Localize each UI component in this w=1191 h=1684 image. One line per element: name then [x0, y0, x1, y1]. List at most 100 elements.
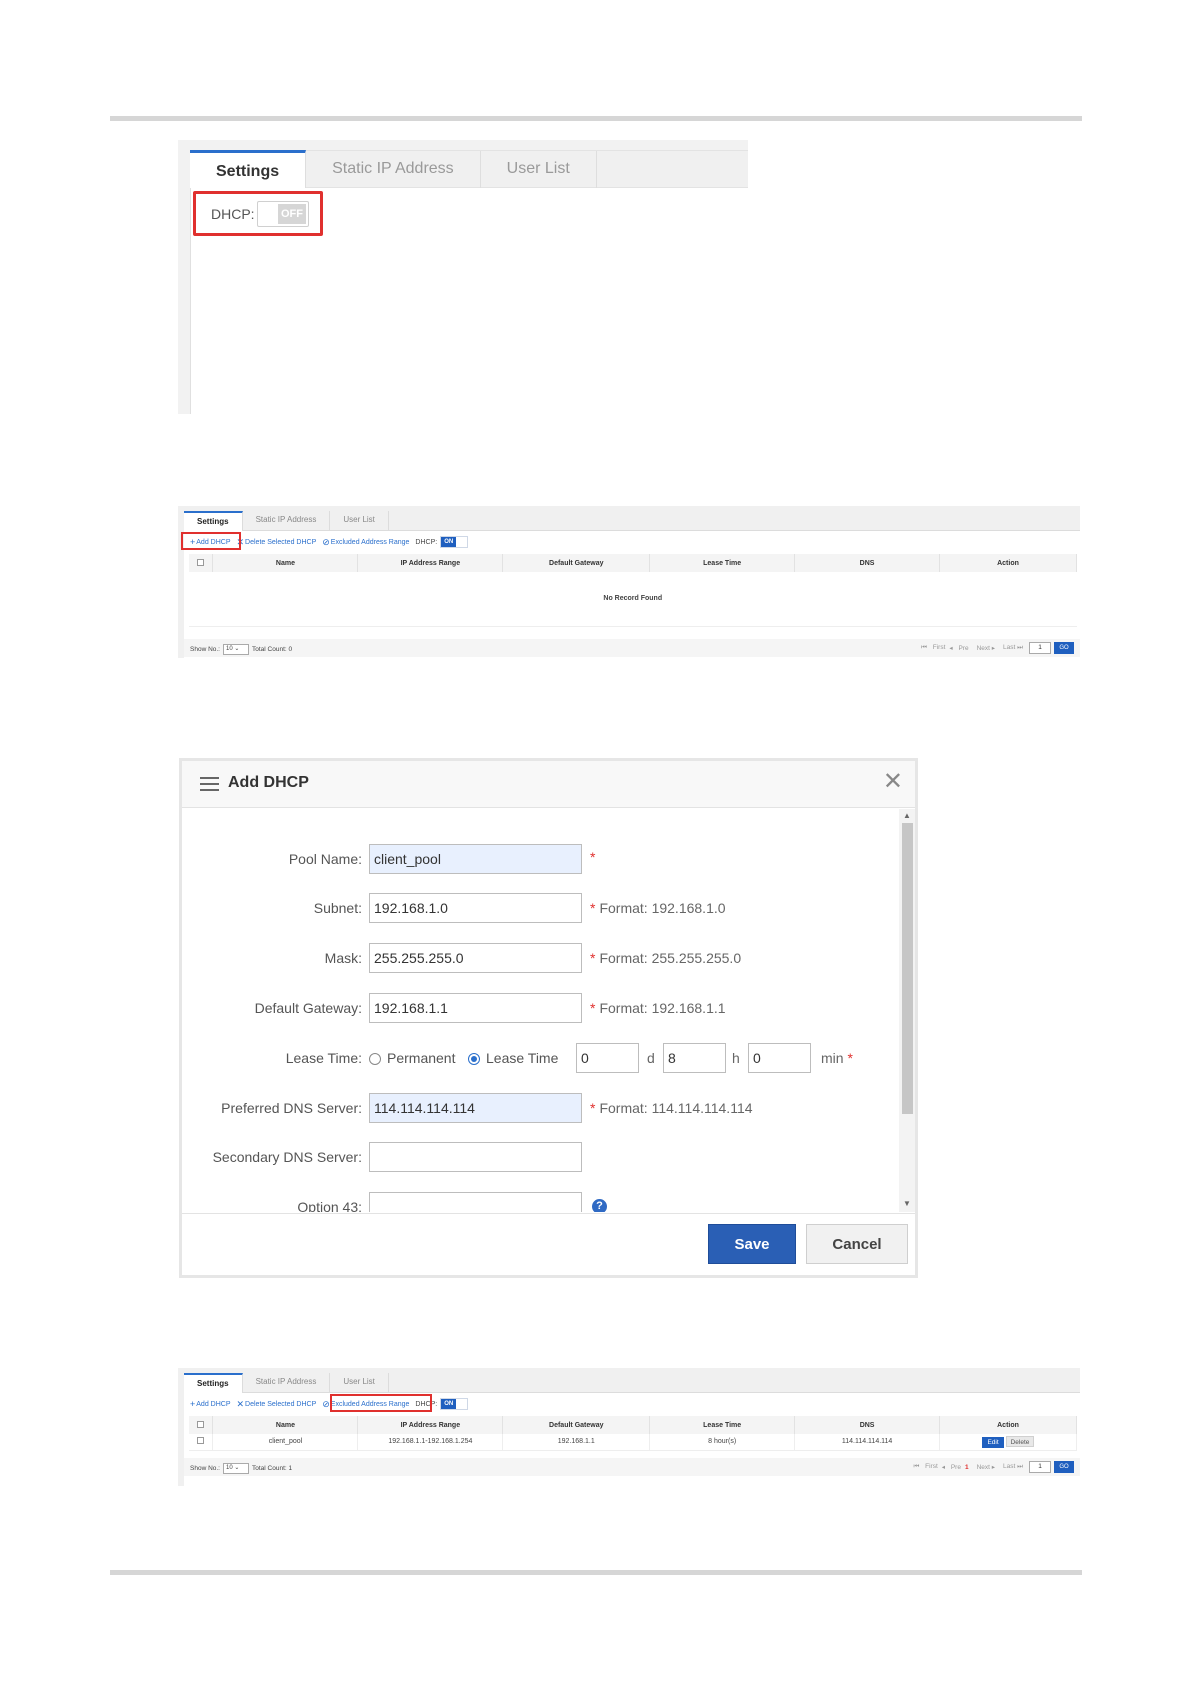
- row-select-cell: [189, 1434, 214, 1451]
- dhcp-toggle[interactable]: ON: [440, 1398, 469, 1410]
- current-page[interactable]: 1: [965, 1464, 969, 1471]
- pool-name-row: Pool Name:: [182, 844, 362, 874]
- mask-input[interactable]: 255.255.255.0: [369, 943, 582, 973]
- col-action: Action: [939, 1416, 1077, 1434]
- lease-time-radio-button[interactable]: [468, 1053, 480, 1066]
- page-size-group: Show No.: 10 ⌄ Total Count: 0: [190, 644, 292, 655]
- tab-settings[interactable]: Settings: [184, 511, 243, 531]
- pagination: ⏮ First ◂ Pre 1 Next ▸ Last ⏭ 1 GO: [909, 1461, 1074, 1473]
- hours-unit: h: [732, 1050, 740, 1066]
- permanent-radio[interactable]: Permanent: [369, 1043, 455, 1073]
- col-name: Name: [212, 554, 359, 572]
- last-page-link[interactable]: Last ⏭: [999, 1463, 1023, 1471]
- bottom-divider: [110, 1570, 1082, 1575]
- select-all-checkbox[interactable]: [197, 1420, 205, 1428]
- delete-button[interactable]: Delete: [1006, 1435, 1034, 1447]
- secondary-dns-input[interactable]: [369, 1142, 582, 1172]
- table-row: client_pool 192.168.1.1-192.168.1.254 19…: [189, 1434, 1077, 1451]
- page-number-input[interactable]: 1: [1029, 642, 1051, 654]
- dhcp-toggle-text: ON: [441, 537, 457, 547]
- show-no-label: Show No.:: [190, 646, 220, 653]
- scroll-down-icon[interactable]: ▼: [903, 1199, 911, 1208]
- secondary-dns-label: Secondary DNS Server:: [212, 1149, 362, 1165]
- tab-static-ip-address[interactable]: Static IP Address: [306, 151, 481, 188]
- prev-page-link[interactable]: ◂ Pre: [949, 644, 968, 652]
- next-page-link[interactable]: Next ▸: [973, 1463, 995, 1471]
- preferred-dns-label: Preferred DNS Server:: [221, 1100, 362, 1116]
- lease-time-label: Lease Time:: [285, 1050, 362, 1066]
- row-checkbox[interactable]: [197, 1437, 205, 1445]
- col-gateway: Default Gateway: [502, 1416, 651, 1434]
- preferred-dns-input[interactable]: 114.114.114.114: [369, 1093, 582, 1123]
- prev-page-link[interactable]: ◂ Pre: [942, 1463, 961, 1471]
- tab-user-list[interactable]: User List: [481, 151, 597, 188]
- close-icon[interactable]: ✕: [883, 770, 903, 794]
- col-dns: DNS: [794, 554, 941, 572]
- select-all-checkbox[interactable]: [197, 558, 205, 566]
- tab-user-list[interactable]: User List: [330, 511, 389, 530]
- scroll-up-icon[interactable]: ▲: [903, 811, 911, 820]
- option43-input[interactable]: [369, 1192, 582, 1212]
- excluded-address-range-button[interactable]: ⊘ Excluded Address Range: [322, 537, 409, 548]
- add-dhcp-highlight-box: [181, 532, 241, 550]
- lease-hours-input[interactable]: 8: [663, 1043, 726, 1073]
- page-size-select[interactable]: 10 ⌄: [223, 1463, 249, 1474]
- menu-icon: [200, 777, 219, 791]
- gateway-hint: * Format: 192.168.1.1: [590, 1000, 726, 1016]
- option43-row: Option 43:: [182, 1192, 362, 1212]
- gateway-row: Default Gateway:: [182, 993, 362, 1023]
- secondary-dns-row: Secondary DNS Server:: [182, 1142, 362, 1172]
- go-button[interactable]: GO: [1054, 642, 1074, 654]
- tab-user-list[interactable]: User List: [330, 1373, 389, 1392]
- dhcp-label: DHCP:: [415, 538, 438, 546]
- col-lease-time: Lease Time: [649, 1416, 796, 1434]
- dialog-scrollbar[interactable]: ▲ ▼: [899, 809, 915, 1212]
- page-size-select[interactable]: 10 ⌄: [223, 644, 249, 655]
- help-icon[interactable]: ?: [592, 1199, 607, 1212]
- scrollbar-thumb[interactable]: [902, 823, 913, 1114]
- dhcp-toggle[interactable]: ON: [440, 536, 469, 548]
- dhcp-toggle[interactable]: OFF: [257, 201, 309, 227]
- edit-button[interactable]: Edit: [982, 1436, 1005, 1448]
- lease-time-radio[interactable]: Lease Time: [468, 1043, 558, 1073]
- page-size-group: Show No.: 10 ⌄ Total Count: 1: [190, 1463, 292, 1474]
- add-dhcp-button[interactable]: + Add DHCP: [190, 1399, 231, 1409]
- next-page-link[interactable]: Next ▸: [973, 644, 995, 652]
- page-number-input[interactable]: 1: [1029, 1461, 1051, 1473]
- delete-selected-dhcp-button[interactable]: ✕ Delete Selected DHCP: [237, 1399, 317, 1410]
- cell-action: Edit Delete: [939, 1434, 1077, 1451]
- cell-lease-time: 8 hour(s): [649, 1434, 796, 1451]
- last-page-link[interactable]: Last ⏭: [999, 644, 1023, 652]
- cell-name: client_pool: [212, 1434, 359, 1451]
- subnet-input[interactable]: 192.168.1.0: [369, 893, 582, 923]
- tab-bar: Settings Static IP Address User List: [190, 150, 748, 188]
- days-unit: d: [647, 1050, 655, 1066]
- dhcp-toggle-text: ON: [441, 1399, 457, 1409]
- dhcp-label: DHCP:: [211, 206, 255, 222]
- lease-minutes-input[interactable]: 0: [748, 1043, 811, 1073]
- permanent-radio-button[interactable]: [369, 1053, 381, 1066]
- dhcp-table: Name IP Address Range Default Gateway Le…: [189, 554, 1077, 627]
- col-lease-time: Lease Time: [649, 554, 796, 572]
- tab-bar: Settings Static IP Address User List: [184, 1373, 1080, 1393]
- top-divider: [110, 116, 1082, 121]
- go-button[interactable]: GO: [1054, 1461, 1074, 1473]
- cancel-button[interactable]: Cancel: [806, 1224, 908, 1264]
- first-page-link[interactable]: ⏮ First: [921, 644, 945, 652]
- select-all-cell: [189, 554, 214, 572]
- save-button[interactable]: Save: [708, 1224, 796, 1264]
- gateway-input[interactable]: 192.168.1.1: [369, 993, 582, 1023]
- x-icon: ✕: [236, 1398, 245, 1409]
- lease-days-input[interactable]: 0: [576, 1043, 639, 1073]
- delete-selected-dhcp-button[interactable]: ✕ Delete Selected DHCP: [237, 537, 317, 548]
- tab-settings[interactable]: Settings: [190, 150, 307, 188]
- total-count: Total Count: 0: [252, 646, 293, 653]
- dhcp-table: Name IP Address Range Default Gateway Le…: [189, 1416, 1077, 1451]
- tab-settings[interactable]: Settings: [184, 1373, 243, 1393]
- pool-name-input[interactable]: client_pool: [369, 844, 582, 874]
- dhcp-settings-off-screenshot: Settings Static IP Address User List DHC…: [178, 140, 748, 414]
- tab-static-ip-address[interactable]: Static IP Address: [243, 511, 331, 530]
- tab-static-ip-address[interactable]: Static IP Address: [243, 1373, 331, 1392]
- first-page-link[interactable]: ⏮ First: [913, 1463, 937, 1471]
- show-no-label: Show No.:: [190, 1465, 220, 1472]
